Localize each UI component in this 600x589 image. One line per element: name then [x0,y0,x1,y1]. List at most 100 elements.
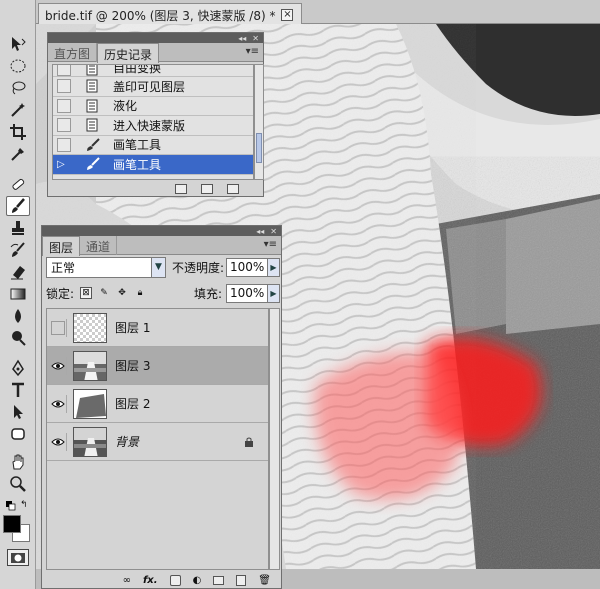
history-item-label: 液化 [113,99,138,114]
new-snapshot-icon[interactable] [201,184,213,194]
collapse-icon[interactable]: ◂◂ [238,34,246,43]
opacity-value: 100% [230,260,265,274]
foreground-color-swatch[interactable] [3,515,21,533]
adjustment-icon[interactable]: ◐ [193,575,202,586]
link-icon[interactable]: ∞ [123,575,131,586]
layer-row[interactable]: 背景 [47,423,268,461]
move-icon[interactable] [6,34,30,54]
history-list: 自由变换 盖印可见图层 液化 进入快速蒙版 画笔工具 ▷ 画笔工具 [52,64,254,180]
history-source-checkbox[interactable] [57,98,71,113]
chevron-down-icon[interactable]: ▼ [150,257,165,277]
layer-thumbnail [73,426,107,457]
close-icon[interactable]: ✕ [252,34,259,43]
fill-field[interactable]: 100% ▶ [226,283,280,303]
document-icon [85,118,107,132]
swap-colors-icon[interactable]: ↰ [20,500,30,510]
blend-mode-select[interactable]: 正常 ▼ [46,256,166,278]
new-layer-icon[interactable] [236,574,247,586]
quick-mask-button[interactable] [7,549,29,566]
history-source-checkbox[interactable] [57,79,71,94]
history-source-checkbox[interactable] [57,137,71,152]
clone-stamp-icon[interactable] [6,218,30,238]
lock-transparency-icon[interactable]: ⊠ [80,287,93,299]
healing-brush-icon[interactable] [6,174,30,194]
lock-all-icon[interactable]: 🔒︎ [134,287,146,299]
crop-icon[interactable] [6,122,30,142]
chevron-right-icon[interactable]: ▶ [267,284,279,302]
zoom-icon[interactable] [6,474,30,494]
brush-icon [85,138,107,152]
tab-history[interactable]: 历史记录 [97,43,160,63]
delete-icon[interactable] [227,184,239,194]
layer-thumbnail [73,388,107,419]
new-document-from-state-icon[interactable] [175,184,187,194]
shape-icon[interactable] [6,424,30,444]
eye-icon [50,362,65,369]
tab-layers[interactable]: 图层 [42,236,81,256]
type-icon[interactable] [6,380,30,400]
fill-value: 100% [230,286,265,300]
close-icon[interactable]: ✕ [270,227,277,236]
panel-grip[interactable]: ◂◂ ✕ [42,226,281,236]
layer-name: 背景 [115,435,140,449]
history-brush-icon[interactable] [6,240,30,260]
layer-row[interactable]: 图层 2 [47,385,268,423]
document-icon [85,65,107,76]
group-icon[interactable] [213,575,225,585]
opacity-field[interactable]: 100% ▶ [226,257,280,277]
chevron-right-icon[interactable]: ▶ [266,258,279,276]
layers-scrollbar[interactable] [269,308,280,570]
magic-wand-icon[interactable] [6,100,30,120]
history-source-checkbox[interactable] [57,118,71,133]
tab-channels[interactable]: 通道 [80,236,118,255]
visibility-toggle[interactable] [49,432,67,451]
history-item[interactable]: 液化 [53,97,253,116]
history-item[interactable]: 画笔工具 [53,136,253,155]
history-item-selected[interactable]: ▷ 画笔工具 [53,155,253,175]
history-source-checkbox[interactable] [57,65,71,76]
eyedropper-icon[interactable] [6,144,30,164]
path-selection-icon[interactable] [6,402,30,422]
history-state-marker-icon[interactable]: ▷ [57,157,71,171]
pen-icon[interactable] [6,358,30,378]
document-tab[interactable]: bride.tif @ 200% (图层 3, 快速蒙版 /8) * × [38,3,303,24]
hand-icon[interactable] [6,452,30,472]
history-item[interactable]: 盖印可见图层 [53,77,253,97]
layer-row-selected[interactable]: 图层 3 [47,347,268,385]
panel-menu-icon[interactable]: ▾≡ [246,46,259,57]
close-icon[interactable]: × [281,9,294,21]
layer-row[interactable]: 图层 1 [47,309,268,347]
lock-pixels-icon[interactable]: ✎ [98,287,110,299]
history-scrollbar[interactable] [254,64,264,180]
layers-tabs: 图层 通道 ▾≡ [42,236,281,256]
tab-histogram[interactable]: 直方图 [48,43,98,62]
delete-icon[interactable]: 🗑︎ [258,575,271,586]
eraser-icon[interactable] [6,262,30,282]
collapse-icon[interactable]: ◂◂ [256,227,264,236]
scroll-thumb[interactable] [256,133,262,163]
dodge-icon[interactable] [6,328,30,348]
hidden-eye-icon [50,320,65,335]
lock-position-icon[interactable]: ✥ [116,287,128,299]
mask-icon[interactable] [169,574,181,586]
default-colors-icon[interactable] [6,500,16,511]
visibility-toggle[interactable] [49,394,67,413]
brush-icon[interactable] [6,196,30,216]
history-item-label: 自由变换 [113,65,162,75]
history-item[interactable]: 进入快速蒙版 [53,116,253,136]
marquee-icon[interactable] [6,56,30,76]
history-item-label: 盖印可见图层 [113,79,186,94]
opacity-label: 不透明度: [171,260,225,275]
history-item[interactable]: 自由变换 [53,65,253,77]
visibility-toggle[interactable] [49,318,67,337]
panel-grip[interactable]: ◂◂ ✕ [48,33,263,43]
history-item-label: 画笔工具 [113,138,162,153]
gradient-icon[interactable] [6,284,30,304]
fx-icon[interactable]: fx. [143,575,158,586]
panel-menu-icon[interactable]: ▾≡ [264,239,277,250]
layers-footer: ∞ fx. ◐ 🗑︎ [42,572,281,588]
visibility-toggle[interactable] [49,356,67,375]
blur-icon[interactable] [6,306,30,326]
history-item-label: 进入快速蒙版 [113,118,186,133]
lasso-icon[interactable] [6,78,30,98]
